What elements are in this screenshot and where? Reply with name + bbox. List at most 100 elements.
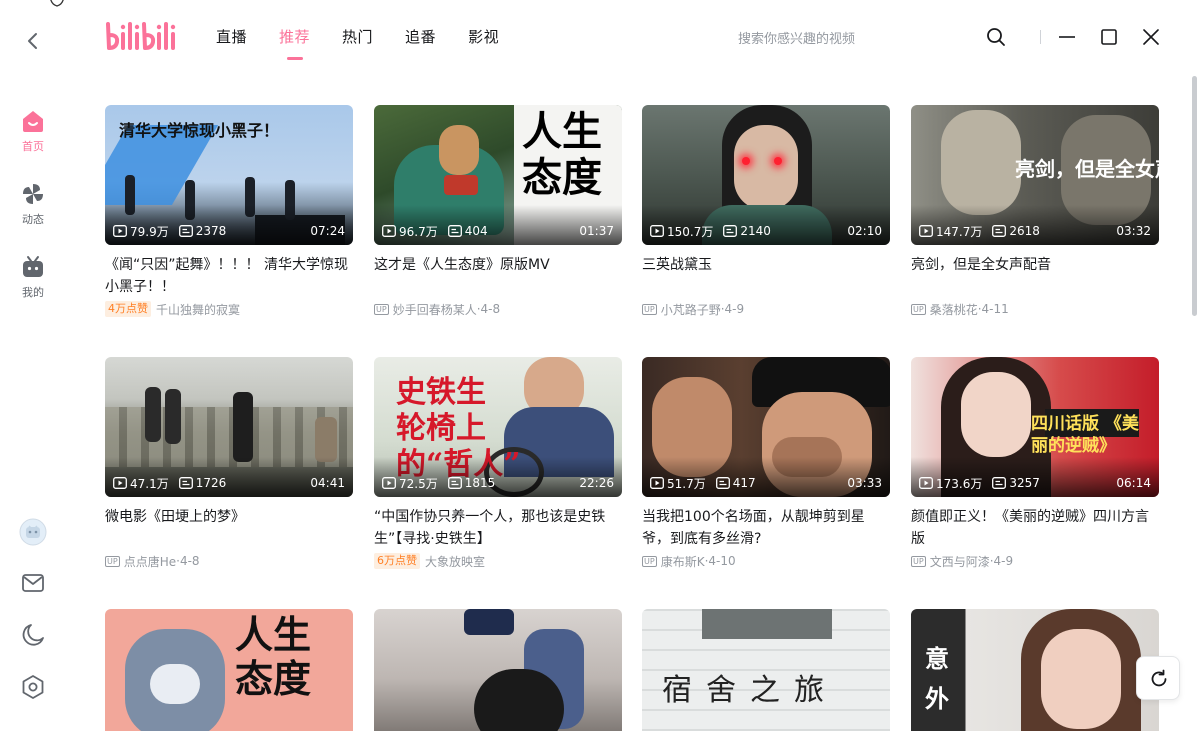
maximize-icon[interactable] [1098,26,1120,48]
back-arrow-icon[interactable] [22,29,44,53]
video-card[interactable]: 人生态度 [105,609,353,731]
video-thumbnail[interactable]: 47.1万 1726 04:41 [105,357,353,497]
up-icon: UP [374,303,389,315]
view-count: 96.7万 [399,224,438,239]
tab-live[interactable]: 直播 [216,26,247,60]
uploader-name[interactable]: 千山独舞的寂寞 [156,301,240,318]
sidebar-item-label: 首页 [22,140,44,153]
sidebar-item-home[interactable]: 首页 [10,108,56,154]
video-duration: 04:41 [310,476,345,490]
avatar[interactable] [19,518,47,546]
bilibili-logo[interactable] [104,20,178,54]
uploader-name[interactable]: 文西与阿漆 [930,553,990,570]
danmaku-count: 2140 [740,224,771,238]
play-count-icon [919,477,933,489]
video-duration: 07:24 [310,224,345,238]
refresh-button[interactable] [1136,656,1180,700]
view-count: 173.6万 [936,476,983,491]
video-card[interactable]: 亮剑，但是全女声配音 147.7万 2618 03:32 亮剑，但是全女声配音 … [911,105,1159,318]
video-stats: 47.1万 1726 04:41 [113,475,345,491]
video-duration: 02:10 [847,224,882,238]
danmaku-count: 404 [464,224,488,238]
danmaku-icon [447,477,462,489]
uploader-name[interactable]: 大象放映室 [425,553,485,570]
video-title[interactable]: 《闻“只因”起舞》！！！ 清华大学惊现小黑子！！ [105,254,353,298]
view-count: 147.7万 [936,224,983,239]
video-stats: 51.7万 417 03:33 [650,475,882,491]
upload-date: 4-11 [981,302,1009,316]
video-card[interactable]: 47.1万 1726 04:41 微电影《田埂上的梦》 UP 点点唐He · 4… [105,357,353,570]
video-stats: 79.9万 2378 07:24 [113,223,345,239]
thumbnail-caption: 人生态度 [235,612,312,701]
video-stats: 150.7万 2140 02:10 [650,223,882,239]
video-thumbnail[interactable]: 宿舍之旅 [642,609,890,731]
search-icon[interactable] [985,26,1007,48]
tv-icon [23,256,43,277]
video-card[interactable]: 51.7万 417 03:33 当我把100个名场面，从靓坤剪到星爷，到底有多丝… [642,357,890,570]
video-thumbnail[interactable]: 150.7万 2140 02:10 [642,105,890,245]
minimize-icon[interactable] [1056,26,1078,48]
video-thumbnail[interactable]: 人生态度 [105,609,353,731]
uploader-name[interactable]: 桑落桃花 [930,301,978,318]
moon-icon[interactable] [19,621,47,649]
uploader-name[interactable]: 点点唐He [124,553,176,570]
video-thumbnail[interactable]: 意外 [911,609,1159,731]
upload-date: 4-10 [708,554,736,568]
video-duration: 03:32 [1116,224,1151,238]
up-icon: UP [105,555,120,567]
video-card[interactable]: 清华大学惊现小黑子！ 79.9万 2378 07:24 《闻“只因”起舞》！！！… [105,105,353,318]
video-title[interactable]: 亮剑，但是全女声配音 [911,254,1159,298]
danmaku-count: 2378 [195,224,227,238]
likes-badge: 4万点赞 [105,301,151,317]
danmaku-icon [723,225,738,237]
danmaku-icon [992,225,1007,237]
thumbnail-caption: 宿舍之旅 [662,673,838,708]
thumbnail-caption: 清华大学惊现小黑子！ [119,121,280,140]
up-icon: UP [911,555,926,567]
upload-date: 4-8 [480,302,501,316]
video-card[interactable]: 150.7万 2140 02:10 三英战黛玉 UP 小芃路子野 · 4-9 [642,105,890,318]
close-icon[interactable] [1140,26,1162,48]
video-card[interactable] [374,609,622,731]
video-title[interactable]: 当我把100个名场面，从靓坤剪到星爷，到底有多丝滑? [642,506,890,550]
video-title[interactable]: 三英战黛玉 [642,254,890,298]
video-title[interactable]: 这才是《人生态度》原版MV [374,254,622,298]
pinwheel-icon [23,184,43,204]
video-title[interactable]: 微电影《田埂上的梦》 [105,506,353,550]
video-thumbnail[interactable]: 人生态度 96.7万 404 01:37 [374,105,622,245]
sidebar-item-feed[interactable]: 动态 [10,181,56,227]
video-card[interactable]: 四川话版 《美丽的逆贼》 173.6万 3257 06:14 颜值即正义！《美丽… [911,357,1159,570]
video-stats: 173.6万 3257 06:14 [919,475,1151,491]
title-bar: 直播 推荐 热门 追番 影视 搜索你感兴趣的视频 [0,0,1200,76]
search-input[interactable]: 搜索你感兴趣的视频 [738,28,855,47]
home-icon [23,111,43,132]
video-card[interactable]: 意外 [911,609,1159,731]
uploader-name[interactable]: 康布斯K [661,553,705,570]
video-thumbnail[interactable]: 亮剑，但是全女声配音 147.7万 2618 03:32 [911,105,1159,245]
sidebar-item-label: 我的 [22,286,44,299]
thumbnail-caption: 四川话版 《美丽的逆贼》 [1031,414,1139,456]
uploader-name[interactable]: 妙手回春杨某人 [393,301,477,318]
tab-movies[interactable]: 影视 [468,26,499,60]
tab-popular[interactable]: 热门 [342,26,373,60]
video-title[interactable]: “中国作协只养一个人，那也该是史铁生”【寻找·史铁生】 [374,506,622,550]
video-title[interactable]: 颜值即正义！《美丽的逆贼》四川方言版 [911,506,1159,550]
thumbnail-caption: 人生态度 [522,108,602,201]
settings-icon[interactable] [19,673,47,701]
video-duration: 22:26 [579,476,614,490]
video-thumbnail[interactable]: 四川话版 《美丽的逆贼》 173.6万 3257 06:14 [911,357,1159,497]
mail-icon[interactable] [19,569,47,597]
video-thumbnail[interactable]: 史铁生 轮椅上的“哲人” 72.5万 1815 22:26 [374,357,622,497]
video-thumbnail[interactable]: 51.7万 417 03:33 [642,357,890,497]
tab-recommend[interactable]: 推荐 [279,26,310,60]
tab-anime[interactable]: 追番 [405,26,436,60]
sidebar-item-mine[interactable]: 我的 [10,254,56,300]
view-count: 72.5万 [399,476,438,491]
scrollbar-thumb[interactable] [1192,76,1197,316]
video-card[interactable]: 人生态度 96.7万 404 01:37 这才是《人生态度》原版MV UP 妙手… [374,105,622,318]
video-card[interactable]: 宿舍之旅 [642,609,890,731]
video-thumbnail[interactable] [374,609,622,731]
video-card[interactable]: 史铁生 轮椅上的“哲人” 72.5万 1815 22:26 “中国作协只养一个人… [374,357,622,570]
uploader-name[interactable]: 小芃路子野 [661,301,721,318]
video-thumbnail[interactable]: 清华大学惊现小黑子！ 79.9万 2378 07:24 [105,105,353,245]
